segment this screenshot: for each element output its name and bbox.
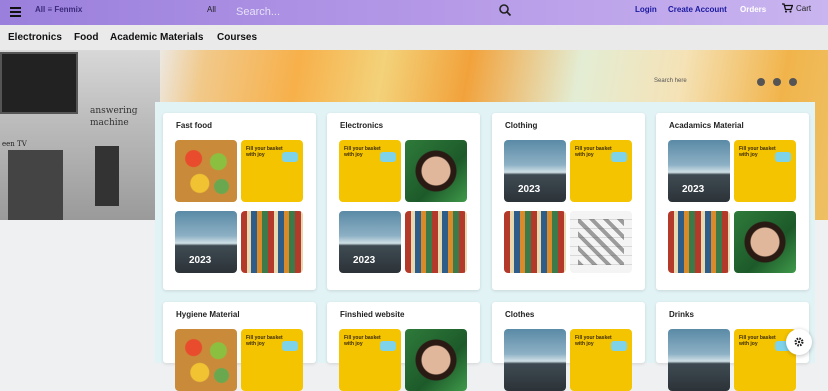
- hero-search-text[interactable]: Search here: [654, 78, 687, 84]
- ad-text: Fill your basket with joy: [739, 335, 776, 347]
- year-label: 2023: [682, 184, 705, 195]
- cart-small-icon[interactable]: [773, 78, 781, 86]
- user-icon[interactable]: [757, 78, 765, 86]
- tile-ad-image[interactable]: Fill your basket with joy: [734, 140, 796, 202]
- tile-ad-image[interactable]: Fill your basket with joy: [339, 329, 401, 391]
- category-card[interactable]: Hygiene Material Fill your basket with j…: [163, 302, 316, 391]
- card-title: Electronics: [340, 121, 384, 130]
- tile-books-image[interactable]: [241, 211, 303, 273]
- tile-ad-image[interactable]: Fill your basket with joy: [241, 329, 303, 391]
- tile-road-image[interactable]: 2023: [668, 140, 730, 202]
- tile-food-image[interactable]: [175, 329, 237, 391]
- tile-ad-image[interactable]: Fill your basket with joy: [570, 329, 632, 391]
- tile-portrait-image[interactable]: [405, 329, 467, 391]
- cart-icon: [782, 3, 793, 13]
- ad-text: Fill your basket with joy: [739, 146, 776, 158]
- tile-portrait-image[interactable]: [405, 140, 467, 202]
- tile-ad-image[interactable]: Fill your basket with joy: [339, 140, 401, 202]
- tile-road-image[interactable]: 2023: [339, 211, 401, 273]
- year-label: 2023: [353, 255, 376, 266]
- category-bar: Electronics Food Academic Materials Cour…: [0, 25, 828, 50]
- gear-icon: [794, 337, 804, 347]
- category-electronics[interactable]: Electronics: [8, 32, 62, 43]
- tile-ad-image[interactable]: Fill your basket with joy: [241, 140, 303, 202]
- card-title: Hygiene Material: [176, 310, 240, 319]
- gamepad-icon: [611, 341, 627, 351]
- ad-text: Fill your basket with joy: [246, 335, 283, 347]
- category-food[interactable]: Food: [74, 32, 98, 43]
- category-card[interactable]: Fast food Fill your basket with joy 2023: [163, 113, 316, 290]
- year-label: 2023: [518, 184, 541, 195]
- hero-icons: [757, 78, 797, 86]
- gamepad-icon: [611, 152, 627, 162]
- card-title: Drinks: [669, 310, 694, 319]
- search-icon[interactable]: [498, 3, 512, 17]
- tile-food-image[interactable]: [175, 140, 237, 202]
- category-card[interactable]: Finshied website Fill your basket with j…: [327, 302, 480, 391]
- gamepad-icon: [282, 152, 298, 162]
- card-title: Clothing: [505, 121, 538, 130]
- tile-gadgets-image[interactable]: [570, 211, 632, 273]
- search-input[interactable]: [228, 2, 518, 22]
- tile-road-image[interactable]: 2023: [175, 211, 237, 273]
- card-title: Finshied website: [340, 310, 405, 319]
- category-courses[interactable]: Courses: [217, 32, 257, 43]
- cart-label: Cart: [796, 3, 812, 13]
- create-account-link[interactable]: Create Account: [668, 5, 727, 14]
- settings-button[interactable]: [786, 329, 812, 355]
- hamburger-menu-icon[interactable]: [10, 7, 21, 17]
- year-label: 2023: [189, 255, 212, 266]
- category-card[interactable]: Clothes Fill your basket with joy: [492, 302, 645, 391]
- category-card[interactable]: Acadamics Material 2023 Fill your basket…: [656, 113, 809, 290]
- tile-books-image[interactable]: [504, 211, 566, 273]
- ad-text: Fill your basket with joy: [575, 335, 612, 347]
- hero-electronics-image: answering machine een TV: [0, 50, 160, 220]
- ad-text: Fill your basket with joy: [575, 146, 612, 158]
- settings-small-icon[interactable]: [789, 78, 797, 86]
- card-title: Acadamics Material: [669, 121, 744, 130]
- ad-text: Fill your basket with joy: [344, 146, 381, 158]
- tile-road-image[interactable]: [504, 329, 566, 391]
- category-select[interactable]: All: [207, 5, 216, 14]
- radio-image: [95, 146, 119, 206]
- top-navbar: All ≡ Fenmix All Login Create Account Or…: [0, 0, 828, 25]
- category-card[interactable]: Clothing 2023 Fill your basket with joy: [492, 113, 645, 290]
- tile-books-image[interactable]: [668, 211, 730, 273]
- cart-button[interactable]: Cart: [782, 3, 811, 13]
- phone-image: [8, 150, 63, 220]
- orders-link[interactable]: Orders: [740, 5, 766, 14]
- tile-road-image[interactable]: 2023: [504, 140, 566, 202]
- card-title: Clothes: [505, 310, 535, 319]
- hero-machine-label: answering machine: [90, 106, 138, 128]
- tile-books-image[interactable]: [405, 211, 467, 273]
- hero-tv-label: een TV: [2, 140, 27, 148]
- gamepad-icon: [775, 152, 791, 162]
- gamepad-icon: [380, 152, 396, 162]
- brand-logo[interactable]: All ≡ Fenmix: [35, 5, 82, 14]
- card-title: Fast food: [176, 121, 212, 130]
- tile-ad-image[interactable]: Fill your basket with joy: [570, 140, 632, 202]
- tile-road-image[interactable]: [668, 329, 730, 391]
- ad-text: Fill your basket with joy: [344, 335, 381, 347]
- category-academic-materials[interactable]: Academic Materials: [110, 32, 203, 43]
- gamepad-icon: [380, 341, 396, 351]
- tile-portrait-image[interactable]: [734, 211, 796, 273]
- category-card[interactable]: Drinks Fill your basket with joy: [656, 302, 809, 391]
- tv-image: [0, 52, 78, 114]
- category-card[interactable]: Electronics Fill your basket with joy 20…: [327, 113, 480, 290]
- gamepad-icon: [282, 341, 298, 351]
- ad-text: Fill your basket with joy: [246, 146, 283, 158]
- login-link[interactable]: Login: [635, 5, 657, 14]
